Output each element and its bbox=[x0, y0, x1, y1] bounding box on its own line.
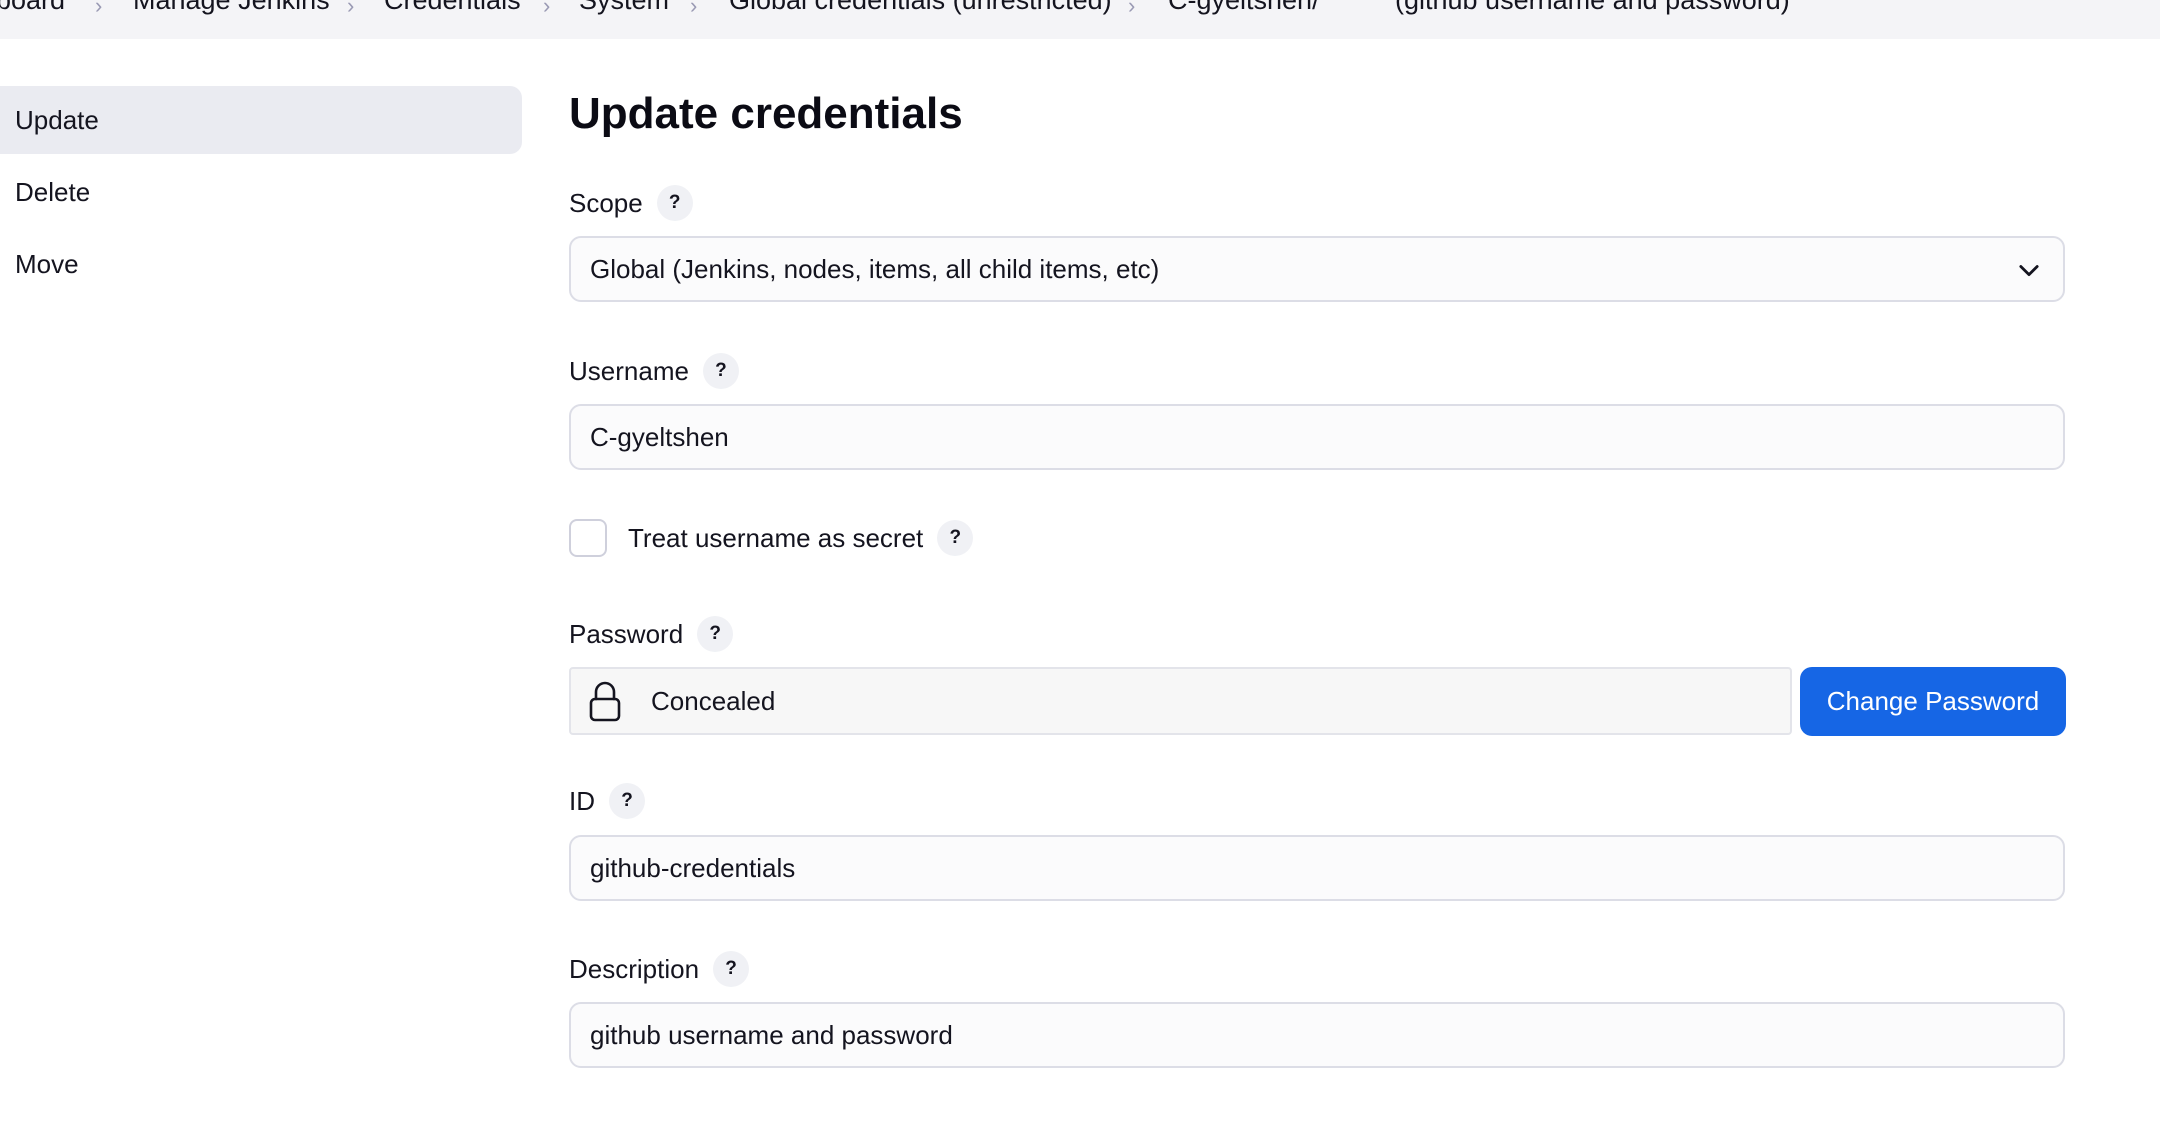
id-label: ID? bbox=[569, 783, 645, 820]
sidebar-item-update[interactable]: Update bbox=[0, 86, 522, 154]
sidebar-item-label: Delete bbox=[15, 177, 91, 207]
sidebar-item-delete[interactable]: Delete bbox=[0, 158, 522, 226]
breadcrumb-separator-icon: › bbox=[690, 0, 698, 18]
password-label-text: Password bbox=[569, 619, 684, 649]
breadcrumb-separator-icon: › bbox=[1128, 0, 1136, 18]
description-help-icon[interactable]: ? bbox=[713, 951, 750, 988]
password-concealed-field: Concealed bbox=[569, 667, 1792, 735]
treat-username-secret-checkbox[interactable] bbox=[569, 519, 607, 557]
breadcrumb-separator-icon: › bbox=[95, 0, 103, 18]
scope-label-text: Scope bbox=[569, 188, 643, 218]
sidebar-item-label: Move bbox=[15, 249, 79, 279]
breadcrumb: board › Manage Jenkins › Credentials › S… bbox=[0, 0, 2160, 39]
username-help-icon[interactable]: ? bbox=[702, 353, 739, 390]
breadcrumb-separator-icon: › bbox=[543, 0, 551, 18]
breadcrumb-item-manage-jenkins[interactable]: Manage Jenkins bbox=[133, 0, 330, 17]
scope-help-icon[interactable]: ? bbox=[656, 185, 693, 222]
id-label-text: ID bbox=[569, 786, 595, 816]
treat-username-secret-label: Treat username as secret? bbox=[628, 520, 974, 557]
id-help-icon[interactable]: ? bbox=[609, 783, 645, 820]
breadcrumb-item-system[interactable]: System bbox=[579, 0, 669, 17]
breadcrumb-item-credential-user[interactable]: C-gyeltshen/ bbox=[1168, 0, 1320, 17]
scope-select[interactable]: Global (Jenkins, nodes, items, all child… bbox=[569, 236, 2065, 302]
password-label: Password? bbox=[569, 616, 734, 653]
password-help-icon[interactable]: ? bbox=[697, 616, 734, 653]
lock-icon bbox=[589, 681, 621, 722]
breadcrumb-item-dashboard[interactable]: board bbox=[0, 0, 65, 17]
username-input[interactable]: C-gyeltshen bbox=[569, 404, 2065, 470]
chevron-down-icon bbox=[2019, 265, 2039, 277]
id-input[interactable]: github-credentials bbox=[569, 835, 2065, 901]
breadcrumb-item-credentials[interactable]: Credentials bbox=[384, 0, 521, 17]
description-input[interactable]: github username and password bbox=[569, 1002, 2065, 1068]
page-title: Update credentials bbox=[569, 89, 963, 138]
sidebar-item-label: Update bbox=[15, 105, 99, 135]
breadcrumb-item-credential-desc[interactable]: (github username and password) bbox=[1395, 0, 1790, 17]
breadcrumb-separator-icon: › bbox=[347, 0, 355, 18]
scope-select-value: Global (Jenkins, nodes, items, all child… bbox=[590, 254, 1160, 284]
treat-username-secret-text: Treat username as secret bbox=[628, 523, 924, 553]
description-label-text: Description bbox=[569, 954, 700, 984]
breadcrumb-item-global-credentials[interactable]: Global credentials (unrestricted) bbox=[729, 0, 1112, 17]
treat-secret-help-icon[interactable]: ? bbox=[937, 520, 974, 557]
change-password-button[interactable]: Change Password bbox=[1800, 667, 2066, 736]
username-label: Username? bbox=[569, 353, 739, 390]
scope-label: Scope? bbox=[569, 185, 693, 222]
password-concealed-text: Concealed bbox=[651, 686, 776, 716]
username-label-text: Username bbox=[569, 356, 689, 386]
description-label: Description? bbox=[569, 951, 750, 988]
sidebar-item-move[interactable]: Move bbox=[0, 230, 522, 298]
